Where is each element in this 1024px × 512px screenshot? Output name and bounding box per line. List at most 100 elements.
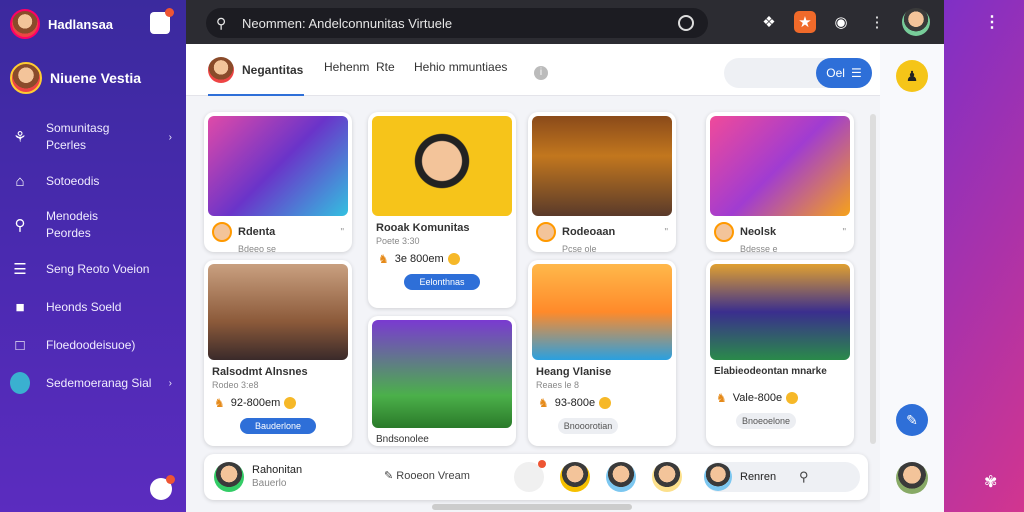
chat-icon[interactable] [150,475,175,500]
sidebar-item-2[interactable]: ⚲ Menodeis Peordes [10,200,180,250]
card-avatar [212,222,232,242]
card[interactable]: Rdenta " Bdeeo se [204,112,352,252]
bottom-bar: Rahonitan Bauerlo ✎ Rooeon Vream Renren … [204,454,868,500]
contact-avatar[interactable] [606,462,636,492]
coin-icon [284,397,297,409]
edit-icon: ✎ [384,470,394,482]
card[interactable]: Rooak Komunitas Poete 3:30 ♞ 3e 800em Ee… [368,112,516,308]
bottom-search[interactable]: Renren ⚲ [704,462,860,492]
group-icon: ♞ [214,396,225,410]
card-avatar [714,222,734,242]
card-title: Neolsk [740,226,777,238]
card-avatar [536,222,556,242]
search-icon: ⚲ [14,217,26,234]
brand-avatar[interactable] [10,9,40,39]
bottom-chip[interactable]: ✎ Rooeon Vream [384,469,470,482]
card-subtitle: Rodeo 3:e8 [212,380,259,390]
card-subtitle: Bdeeo se [238,244,277,252]
sidebar-item-4[interactable]: ■ Heonds Soeld [10,288,180,326]
card-meta: Ralsodmt Alnsnes [204,364,352,380]
sidebar-item-0[interactable]: ⚘ Somunitasg Pcerles › [10,112,180,162]
coin-icon [599,397,612,409]
search-bar[interactable]: ⚲ Neommen: Andelconnunitas Virtuele [206,8,708,38]
card[interactable]: Ralsodmt Alnsnes Rodeo 3:e8 ♞ 92-800em B… [204,260,352,446]
card-title: Ralsodmt Alnsnes [212,366,308,378]
topbar-actions: ❖ ★ ◉ ⋮ [758,8,930,36]
puzzle-icon[interactable]: ❖ [758,11,780,33]
window-menu-icon[interactable]: ⋮ [984,12,1000,32]
card-secondary-button[interactable]: Bnooorotian [558,418,618,434]
tab-3[interactable]: Hehio mmuntiaes [414,60,507,74]
card[interactable]: Bndsonolee [368,316,516,446]
bottom-user-name: Rahonitan [252,464,303,476]
card-price: ♞ Vale-800e [706,379,854,411]
app-icon[interactable]: ★ [794,11,816,33]
compose-icon[interactable]: ✎ [896,404,928,436]
sidebar-item-1[interactable]: ⌂ Sotoeodis [10,162,180,200]
card-title: Rooak Komunitas [376,222,470,234]
main-panel: Negantitas Hehenm Rte Hehio mmuntiaes i … [186,44,882,512]
chevron-right-icon: › [168,377,172,389]
card-title: Heang Vlanise [536,366,612,378]
card-subtitle: Poete 3:30 [376,236,420,246]
contact-avatar[interactable] [560,462,590,492]
user-name: Niuene Vestia [50,70,142,86]
tabs-row: Negantitas Hehenm Rte Hehio mmuntiaes i … [186,44,882,96]
card-meta: Bndsonolee [368,432,516,446]
info-icon[interactable]: i [534,66,548,80]
settings-icon[interactable]: ✾ [984,472,997,492]
palette-icon[interactable]: ◉ [830,11,852,33]
sidebar-item-3[interactable]: ☰ Seng Reoto Voeion [10,250,180,288]
card-image [532,264,672,360]
price-value: 92-800em [230,397,281,409]
card[interactable]: Rodeoaan " Pcse ole [528,112,676,252]
quick-contacts [514,460,682,492]
filter-field[interactable]: Oel ☰ [724,58,872,88]
tab-label: Negantitas [242,63,304,77]
card-secondary-button[interactable]: Bnoeoelone [736,413,796,429]
notification-icon[interactable] [150,8,174,34]
card-subtitle: Pcse ole [562,244,597,252]
group-icon: ♞ [538,396,549,410]
tab-active[interactable]: Negantitas [208,57,303,83]
home-icon: ⌂ [15,172,25,190]
sidebar-item-label: Menodeis Peordes [46,209,99,240]
bottom-avatar[interactable] [214,462,244,492]
tab-1[interactable]: Hehenm [324,60,369,74]
contact-avatar[interactable] [652,462,682,492]
sidebar-user[interactable]: Niuene Vestia [10,62,141,94]
card[interactable]: Heang Vlanise Reaes le 8 ♞ 93-800e Bnooo… [528,260,676,446]
chat-bubble-icon[interactable] [678,15,694,31]
search-icon: ⚲ [799,469,809,484]
sidebar-item-label: Somunitasg Pcerles [46,121,110,152]
quote-icon: " [340,226,344,238]
tab-2[interactable]: Rte [376,60,395,74]
sidebar-item-5[interactable]: □ Floedoodeisuoe) [10,326,180,364]
location-icon[interactable] [514,460,546,492]
card-image [532,116,672,216]
coin-icon [447,253,460,265]
search-input[interactable]: Neommen: Andelconnunitas Virtuele [242,16,452,31]
card-image [208,116,348,216]
horizontal-scrollbar[interactable] [432,504,632,510]
card-meta: Elabieodeontan mnarke [706,364,854,379]
rail-avatar[interactable] [896,462,928,494]
card-price: ♞ 93-800e [528,390,676,416]
filter-button[interactable]: Oel ☰ [816,58,872,88]
sidebar-item-6[interactable]: Sedemoeranag Sial › [10,364,180,402]
coin-icon [786,392,799,404]
card-meta: Rodeoaan " [528,220,676,244]
card-action-button[interactable]: Eelonthnas [404,274,480,290]
card-image [208,264,348,360]
card[interactable]: Neolsk " Bdesse e [706,112,854,252]
card-title: Rodeoaan [562,226,616,238]
profile-avatar[interactable] [902,8,930,36]
card-title: Bndsonolee [376,434,429,445]
profile-icon[interactable]: ♟ [896,60,928,92]
card[interactable]: Elabieodeontan mnarke ♞ Vale-800e Bnoeoe… [706,260,854,446]
more-icon[interactable]: ⋮ [866,11,888,33]
card-price: ♞ 3e 800em [368,246,516,272]
card-action-button[interactable]: Bauderlone [240,418,316,434]
card-subtitle: Bdesse e [740,244,778,252]
vertical-scrollbar[interactable] [870,114,876,444]
